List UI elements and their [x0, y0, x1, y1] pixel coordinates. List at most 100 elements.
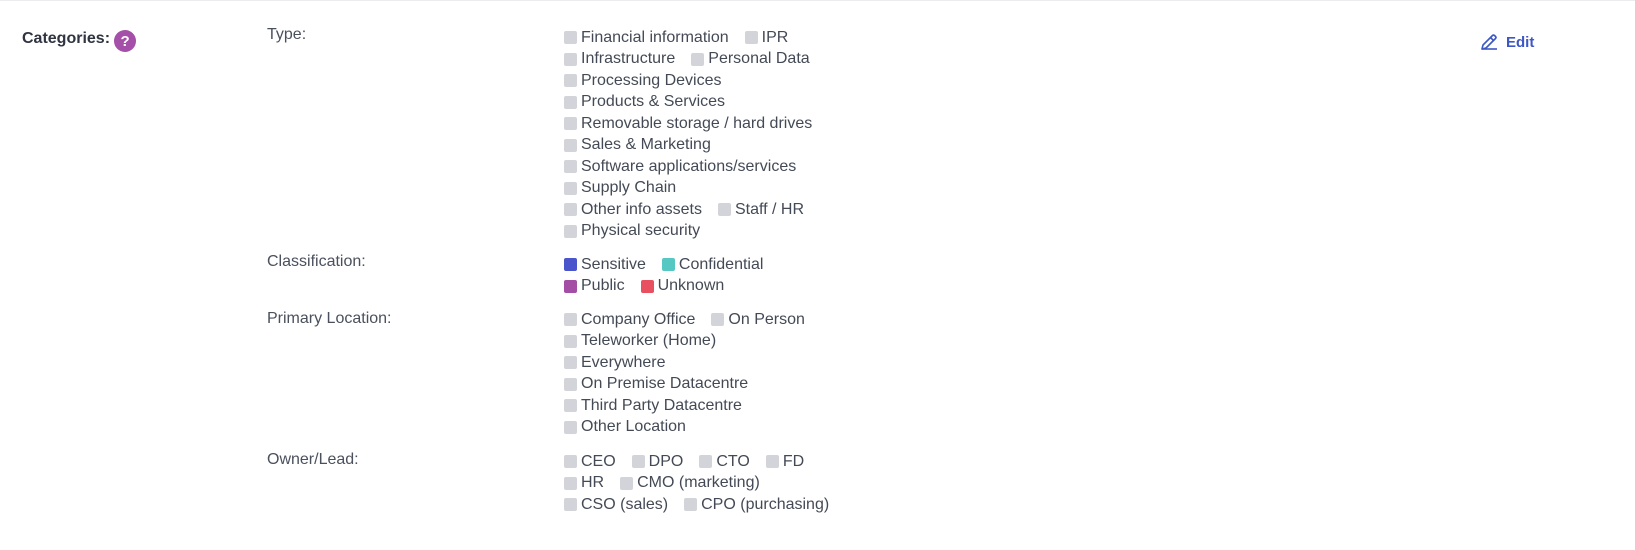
tag-line: On Premise Datacentre — [564, 374, 821, 396]
tag-label: Removable storage / hard drives — [581, 114, 813, 132]
category-tag: Staff / HR — [717, 200, 805, 219]
tag-label: Sensitive — [581, 255, 646, 273]
category-tag: Company Office — [564, 311, 695, 329]
type-tags: Financial information IPR Infrastructure Pe… — [564, 27, 828, 242]
category-tag: DPO — [631, 452, 684, 471]
tag-label: Sales & Marketing — [581, 136, 711, 154]
tag-label: CSO (sales) — [581, 495, 669, 513]
tag-line: Teleworker (Home) — [564, 331, 821, 353]
tag-color-swatch — [564, 52, 577, 66]
category-tag: Other info assets — [564, 201, 702, 219]
classification-tags: Sensitive Confidential Public Unknown — [564, 254, 779, 297]
tag-line: Removable storage / hard drives — [564, 113, 828, 135]
top-divider — [0, 0, 1635, 1]
tag-color-swatch — [564, 420, 577, 434]
tag-line: Public Unknown — [564, 276, 779, 298]
tag-label: Physical security — [581, 222, 701, 240]
primary-location-tags: Company Office On Person Teleworker (Home)… — [564, 309, 821, 438]
owner-lead-label: Owner/Lead: — [267, 451, 359, 468]
category-tag: Other Location — [564, 418, 686, 436]
categories-title: Categories: — [22, 30, 111, 47]
tag-label: Processing Devices — [581, 71, 722, 89]
tag-color-swatch — [765, 455, 779, 469]
tag-color-swatch — [564, 377, 577, 391]
category-tag: HR — [564, 474, 604, 492]
tag-color-swatch — [564, 258, 577, 272]
category-tag: CTO — [699, 453, 750, 471]
tag-color-swatch — [564, 95, 577, 109]
tag-color-swatch — [564, 455, 577, 469]
help-icon[interactable]: ? — [114, 30, 137, 52]
tag-line: Physical security — [564, 221, 828, 243]
tag-color-swatch — [564, 399, 577, 413]
tag-label: Public — [581, 277, 625, 295]
category-tag: Third Party Datacentre — [564, 397, 742, 415]
tag-label: Other Location — [581, 418, 686, 436]
category-tag: Products & Services — [564, 93, 725, 111]
tag-label: CMO (marketing) — [637, 474, 760, 492]
tag-label: Software applications/services — [581, 157, 797, 175]
classification-label: Classification: — [267, 253, 366, 270]
tag-label: On Person — [728, 310, 805, 328]
category-tag: FD — [765, 453, 804, 471]
tag-label: Products & Services — [581, 93, 726, 111]
tag-color-swatch — [564, 476, 577, 490]
category-tag: Infrastructure — [564, 50, 675, 68]
tag-line: Products & Services — [564, 92, 828, 114]
tag-color-swatch — [684, 498, 698, 512]
tag-color-swatch — [564, 181, 577, 195]
tag-color-swatch — [631, 455, 645, 469]
edit-button[interactable]: Edit — [1479, 32, 1534, 52]
tag-color-swatch — [620, 476, 634, 490]
tag-label: Personal Data — [708, 50, 810, 68]
tag-label: Other info assets — [581, 200, 702, 218]
category-tag: Physical security — [564, 222, 700, 240]
tag-color-swatch — [564, 313, 577, 327]
tag-color-swatch — [564, 356, 577, 370]
tag-label: Confidential — [678, 255, 764, 273]
type-label: Type: — [267, 26, 307, 43]
tag-color-swatch — [564, 31, 577, 45]
tag-line: Company Office On Person — [564, 309, 821, 331]
category-tag: Everywhere — [564, 354, 665, 372]
tag-line: Software applications/services — [564, 156, 828, 178]
tag-label: IPR — [761, 28, 789, 46]
category-tag: IPR — [744, 28, 789, 47]
category-tag: Teleworker (Home) — [564, 332, 716, 350]
tag-color-swatch — [564, 334, 577, 348]
tag-line: Supply Chain — [564, 178, 828, 200]
tag-line: Processing Devices — [564, 70, 828, 92]
tag-line: CSO (sales) CPO (purchasing) — [564, 494, 845, 516]
tag-label: On Premise Datacentre — [581, 375, 749, 393]
category-tag: On Person — [711, 310, 805, 329]
tag-color-swatch — [564, 160, 577, 174]
category-tag: On Premise Datacentre — [564, 375, 748, 393]
tag-color-swatch — [699, 455, 713, 469]
tag-label: Staff / HR — [734, 200, 805, 218]
tag-color-swatch — [564, 279, 577, 293]
tag-label: Supply Chain — [581, 179, 677, 197]
category-tag: Processing Devices — [564, 72, 722, 90]
tag-color-swatch — [564, 498, 577, 512]
category-tag: Unknown — [640, 277, 724, 295]
tag-color-swatch — [564, 224, 577, 238]
edit-label: Edit — [1506, 33, 1535, 51]
tag-line: CEO DPO CTO FD — [564, 451, 845, 473]
owner-lead-tags: CEO DPO CTO FD HR CMO (marketing) CSO (sales) C… — [564, 451, 845, 516]
tag-line: Sales & Marketing — [564, 135, 828, 157]
category-tag: Confidential — [661, 255, 764, 274]
category-tag: Financial information — [564, 29, 729, 47]
category-tag: CMO (marketing) — [620, 474, 760, 492]
tag-label: CPO (purchasing) — [701, 495, 830, 513]
category-tag: Supply Chain — [564, 179, 676, 197]
tag-color-swatch — [661, 258, 675, 272]
tag-label: Everywhere — [581, 353, 666, 371]
tag-line: Other Location — [564, 417, 821, 439]
pencil-icon — [1481, 34, 1497, 50]
categories-heading: Categories: ? — [22, 26, 137, 52]
tag-label: DPO — [648, 452, 684, 470]
tag-line: Financial information IPR — [564, 27, 828, 49]
tag-label: Company Office — [581, 310, 696, 328]
category-tag: CSO (sales) — [564, 496, 668, 514]
tag-label: Teleworker (Home) — [581, 332, 717, 350]
